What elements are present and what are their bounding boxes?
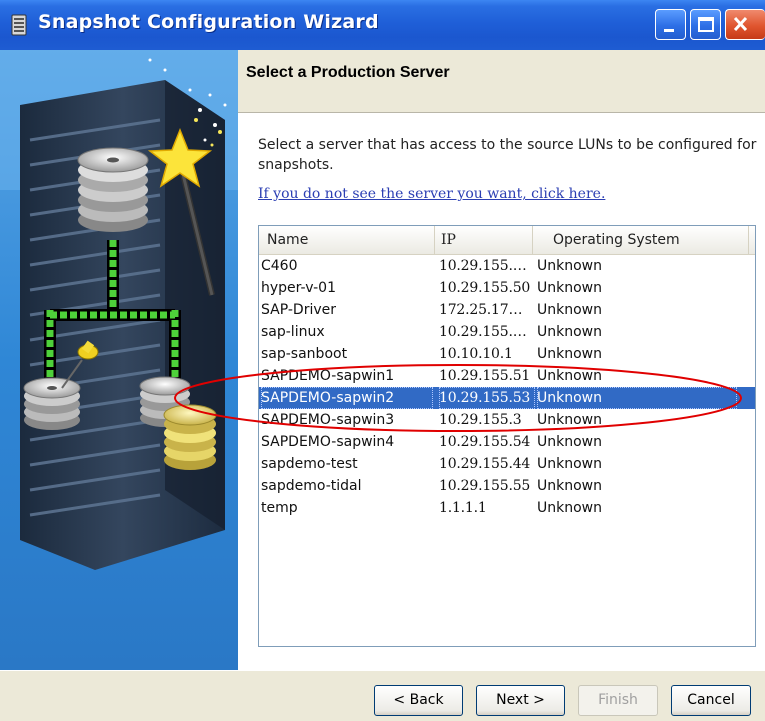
table-row[interactable]: SAPDEMO-sapwin3 10.29.155.3 Unknown [259, 409, 755, 431]
wizard-window: Snapshot Configuration Wizard Select a P… [0, 0, 765, 721]
minimize-icon [664, 29, 674, 32]
server-ip-cell: 1.1.1.1 [439, 500, 487, 516]
server-name-cell: sap-linux [261, 324, 325, 340]
table-row[interactable]: sapdemo-tidal 10.29.155.55 Unknown [259, 475, 755, 497]
minimize-button[interactable] [655, 9, 686, 40]
server-name-cell: SAPDEMO-sapwin4 [261, 434, 395, 450]
instructions-text: Select a server that has access to the s… [258, 137, 757, 173]
page-header: Select a Production Server [238, 50, 765, 113]
column-header-os[interactable]: Operating System [533, 226, 749, 254]
server-ip-cell: 10.29.155.3 [439, 412, 522, 428]
server-os-cell: Unknown [537, 258, 602, 274]
table-row[interactable]: sapdemo-test 10.29.155.44 Unknown [259, 453, 755, 475]
next-button[interactable]: Next > [476, 685, 565, 716]
server-os-cell: Unknown [537, 500, 602, 516]
wizard-illustration [0, 50, 238, 670]
server-ip-cell: 10.29.155.… [439, 324, 527, 340]
table-row[interactable]: SAPDEMO-sapwin2 10.29.155.53 Unknown [259, 387, 755, 409]
server-name-cell: SAPDEMO-sapwin2 [261, 387, 433, 409]
table-row[interactable]: hyper-v-01 10.29.155.50 Unknown [259, 277, 755, 299]
server-name-cell: sap-sanboot [261, 346, 348, 362]
app-icon [11, 14, 27, 36]
server-name-cell: sapdemo-test [261, 456, 358, 472]
server-not-found-link[interactable]: If you do not see the server you want, c… [258, 186, 605, 202]
server-os-cell: Unknown [537, 302, 602, 318]
page-title: Select a Production Server [246, 64, 450, 81]
server-name-cell: temp [261, 500, 298, 516]
server-ip-cell: 10.10.10.1 [439, 346, 513, 362]
table-row[interactable]: temp 1.1.1.1 Unknown [259, 497, 755, 519]
server-name-cell: sapdemo-tidal [261, 478, 362, 494]
server-os-cell: Unknown [537, 368, 602, 384]
cancel-button[interactable]: Cancel [671, 685, 751, 716]
list-header: Name IP Operating System [259, 226, 755, 255]
back-button[interactable]: < Back [374, 685, 463, 716]
server-ip-cell: 10.29.155.51 [439, 368, 531, 384]
server-os-cell: Unknown [537, 280, 602, 296]
server-os-cell: Unknown [537, 387, 737, 409]
finish-button[interactable]: Finish [578, 685, 658, 716]
maximize-icon [698, 17, 714, 32]
server-ip-cell: 10.29.155.50 [439, 280, 531, 296]
wizard-content: Select a Production Server Select a serv… [238, 50, 765, 670]
table-row[interactable]: SAPDEMO-sapwin1 10.29.155.51 Unknown [259, 365, 755, 387]
server-name-cell: SAPDEMO-sapwin1 [261, 368, 395, 384]
maximize-button[interactable] [690, 9, 721, 40]
server-os-cell: Unknown [537, 456, 602, 472]
server-os-cell: Unknown [537, 434, 602, 450]
window-title: Snapshot Configuration Wizard [38, 11, 379, 33]
server-name-cell: hyper-v-01 [261, 280, 336, 296]
server-os-cell: Unknown [537, 412, 602, 428]
server-ip-cell: 10.29.155.53 [439, 387, 535, 409]
title-bar[interactable]: Snapshot Configuration Wizard [0, 0, 765, 50]
button-bar: < Back Next > Finish Cancel [0, 670, 765, 721]
table-row[interactable]: SAP-Driver 172.25.17… Unknown [259, 299, 755, 321]
close-button[interactable] [725, 9, 765, 40]
server-os-cell: Unknown [537, 346, 602, 362]
table-row[interactable]: SAPDEMO-sapwin4 10.29.155.54 Unknown [259, 431, 755, 453]
table-row[interactable]: sap-sanboot 10.10.10.1 Unknown [259, 343, 755, 365]
server-rows: C460 10.29.155.… Unknown hyper-v-01 10.29.15… [259, 255, 755, 519]
column-header-name[interactable]: Name [259, 226, 435, 254]
server-name-cell: SAPDEMO-sapwin3 [261, 412, 395, 428]
server-os-cell: Unknown [537, 324, 602, 340]
table-row[interactable]: sap-linux 10.29.155.… Unknown [259, 321, 755, 343]
server-ip-cell: 10.29.155.44 [439, 456, 531, 472]
server-list[interactable]: Name IP Operating System C460 10.29.155.…… [258, 225, 756, 647]
server-ip-cell: 10.29.155.54 [439, 434, 531, 450]
server-ip-cell: 172.25.17… [439, 302, 523, 318]
server-ip-cell: 10.29.155.… [439, 258, 527, 274]
server-ip-cell: 10.29.155.55 [439, 478, 531, 494]
close-icon [733, 16, 748, 32]
server-name-cell: C460 [261, 258, 298, 274]
table-row[interactable]: C460 10.29.155.… Unknown [259, 255, 755, 277]
server-os-cell: Unknown [537, 478, 602, 494]
column-header-ip[interactable]: IP [435, 226, 533, 254]
server-name-cell: SAP-Driver [261, 302, 336, 318]
